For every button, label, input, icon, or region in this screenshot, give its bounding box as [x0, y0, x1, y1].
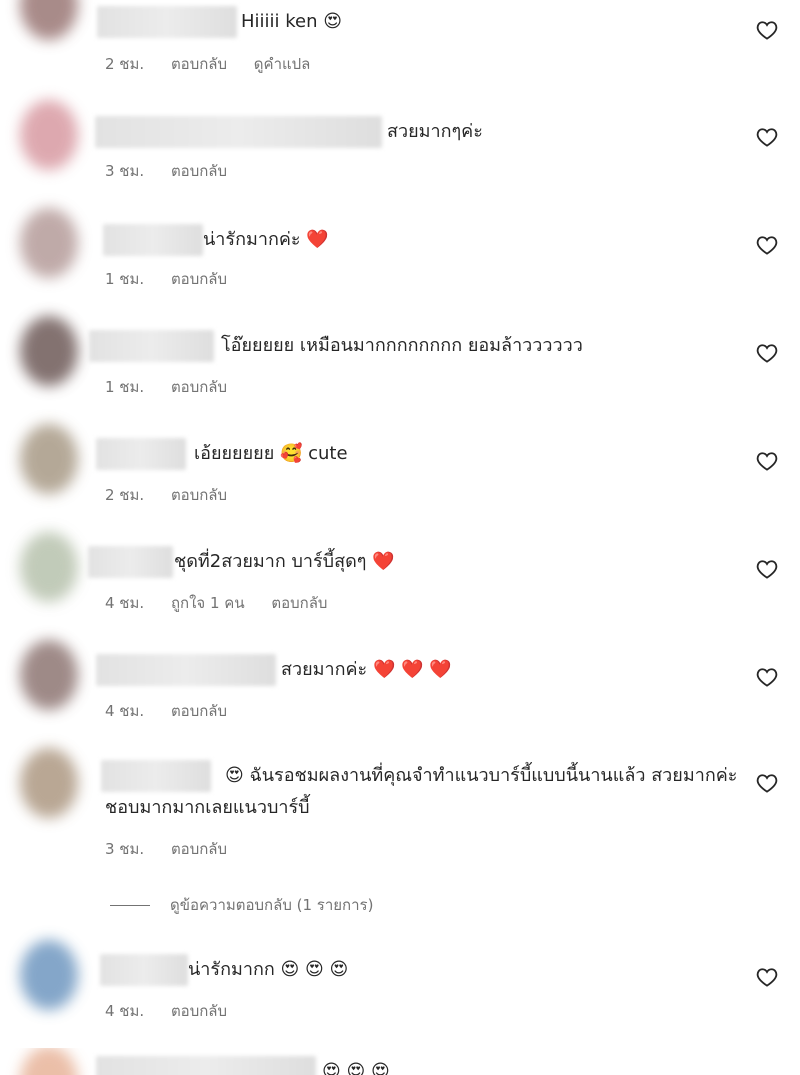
heart-outline-icon[interactable] — [756, 235, 778, 255]
username-blurred[interactable] — [88, 546, 173, 578]
view-replies-label: ดูข้อความตอบกลับ (1 รายการ) — [170, 896, 374, 914]
comment-text: สวยมากๆค่ะ — [387, 121, 483, 142]
comment-time: 4 ชม. — [105, 702, 145, 720]
username-blurred[interactable] — [96, 654, 276, 686]
heart-outline-icon[interactable] — [756, 127, 778, 147]
avatar[interactable] — [20, 208, 78, 278]
avatar[interactable] — [20, 1048, 78, 1075]
username-blurred[interactable] — [95, 116, 382, 148]
comment-time: 2 ชม. — [105, 55, 145, 73]
reply-button[interactable]: ตอบกลับ — [271, 594, 327, 612]
comment-meta: 4 ชม. ตอบกลับ — [105, 699, 249, 723]
comment-meta: 4 ชม. ตอบกลับ — [105, 999, 249, 1023]
comment-meta: 1 ชม. ตอบกลับ — [105, 267, 249, 291]
heart-outline-icon[interactable] — [756, 451, 778, 471]
reply-button[interactable]: ตอบกลับ — [171, 55, 227, 73]
heart-outline-icon[interactable] — [756, 773, 778, 793]
comment-text: เอ้ยยยยยย 🥰 cute — [194, 443, 348, 464]
comment-text: 😍 😍 😍 — [322, 1061, 390, 1075]
username-blurred[interactable] — [97, 6, 237, 38]
avatar[interactable] — [20, 0, 78, 40]
translate-button[interactable]: ดูคำแปล — [254, 55, 311, 73]
comment-text: ชุดที่2สวยมาก บาร์บี้สุดๆ ❤️ — [174, 551, 395, 572]
comment-text: น่ารักมากค่ะ ❤️ — [203, 229, 329, 250]
reply-button[interactable]: ตอบกลับ — [171, 702, 227, 720]
likes-count[interactable]: ถูกใจ 1 คน — [171, 594, 245, 612]
avatar[interactable] — [20, 532, 78, 602]
avatar[interactable] — [20, 748, 78, 818]
username-blurred[interactable] — [100, 954, 188, 986]
comment-text: Hiiiii ken 😍 — [241, 11, 343, 32]
comment-time: 1 ชม. — [105, 378, 145, 396]
comment-time: 1 ชม. — [105, 270, 145, 288]
reply-button[interactable]: ตอบกลับ — [171, 378, 227, 396]
comment-text: 😍 ฉันรอชมผลงานที่คุณจำทำแนวบาร์บี้แบบนี้… — [105, 765, 738, 818]
heart-outline-icon[interactable] — [756, 343, 778, 363]
divider-line — [110, 905, 150, 906]
username-blurred[interactable] — [89, 330, 214, 362]
avatar[interactable] — [20, 424, 78, 494]
comment-meta: 4 ชม. ถูกใจ 1 คน ตอบกลับ — [105, 591, 349, 615]
avatar[interactable] — [20, 100, 78, 170]
comment-time: 3 ชม. — [105, 840, 145, 858]
comment-meta: 3 ชม. ตอบกลับ — [105, 159, 249, 183]
comment-time: 4 ชม. — [105, 1002, 145, 1020]
username-blurred[interactable] — [103, 224, 203, 256]
comment-meta: 3 ชม. ตอบกลับ — [105, 837, 249, 861]
comment-text: สวยมากค่ะ ❤️ ❤️ ❤️ — [281, 659, 452, 680]
comment-text: โอ๊ยยยยย เหมือนมากกกกกกกก ยอมล้าวววววว — [221, 335, 583, 356]
heart-outline-icon[interactable] — [756, 20, 778, 40]
heart-outline-icon[interactable] — [756, 559, 778, 579]
comment-meta: 2 ชม. ตอบกลับ — [105, 483, 249, 507]
reply-button[interactable]: ตอบกลับ — [171, 162, 227, 180]
comment-time: 3 ชม. — [105, 162, 145, 180]
username-blurred[interactable] — [96, 438, 186, 470]
reply-button[interactable]: ตอบกลับ — [171, 840, 227, 858]
username-blurred[interactable] — [96, 1056, 316, 1075]
comment-item-partial: 😍 😍 😍 — [0, 1048, 800, 1075]
comment-text: น่ารักมากก 😍 😍 😍 — [188, 959, 349, 980]
reply-button[interactable]: ตอบกลับ — [171, 270, 227, 288]
reply-button[interactable]: ตอบกลับ — [171, 486, 227, 504]
reply-button[interactable]: ตอบกลับ — [171, 1002, 227, 1020]
avatar[interactable] — [20, 940, 78, 1010]
avatar[interactable] — [20, 640, 78, 710]
avatar[interactable] — [20, 316, 78, 386]
comment-time: 4 ชม. — [105, 594, 145, 612]
view-replies-button[interactable]: ดูข้อความตอบกลับ (1 รายการ) — [110, 893, 373, 917]
heart-outline-icon[interactable] — [756, 667, 778, 687]
comment-time: 2 ชม. — [105, 486, 145, 504]
heart-outline-icon[interactable] — [756, 967, 778, 987]
comment-meta: 1 ชม. ตอบกลับ — [105, 375, 249, 399]
comment-meta: 2 ชม. ตอบกลับ ดูคำแปล — [105, 52, 332, 76]
